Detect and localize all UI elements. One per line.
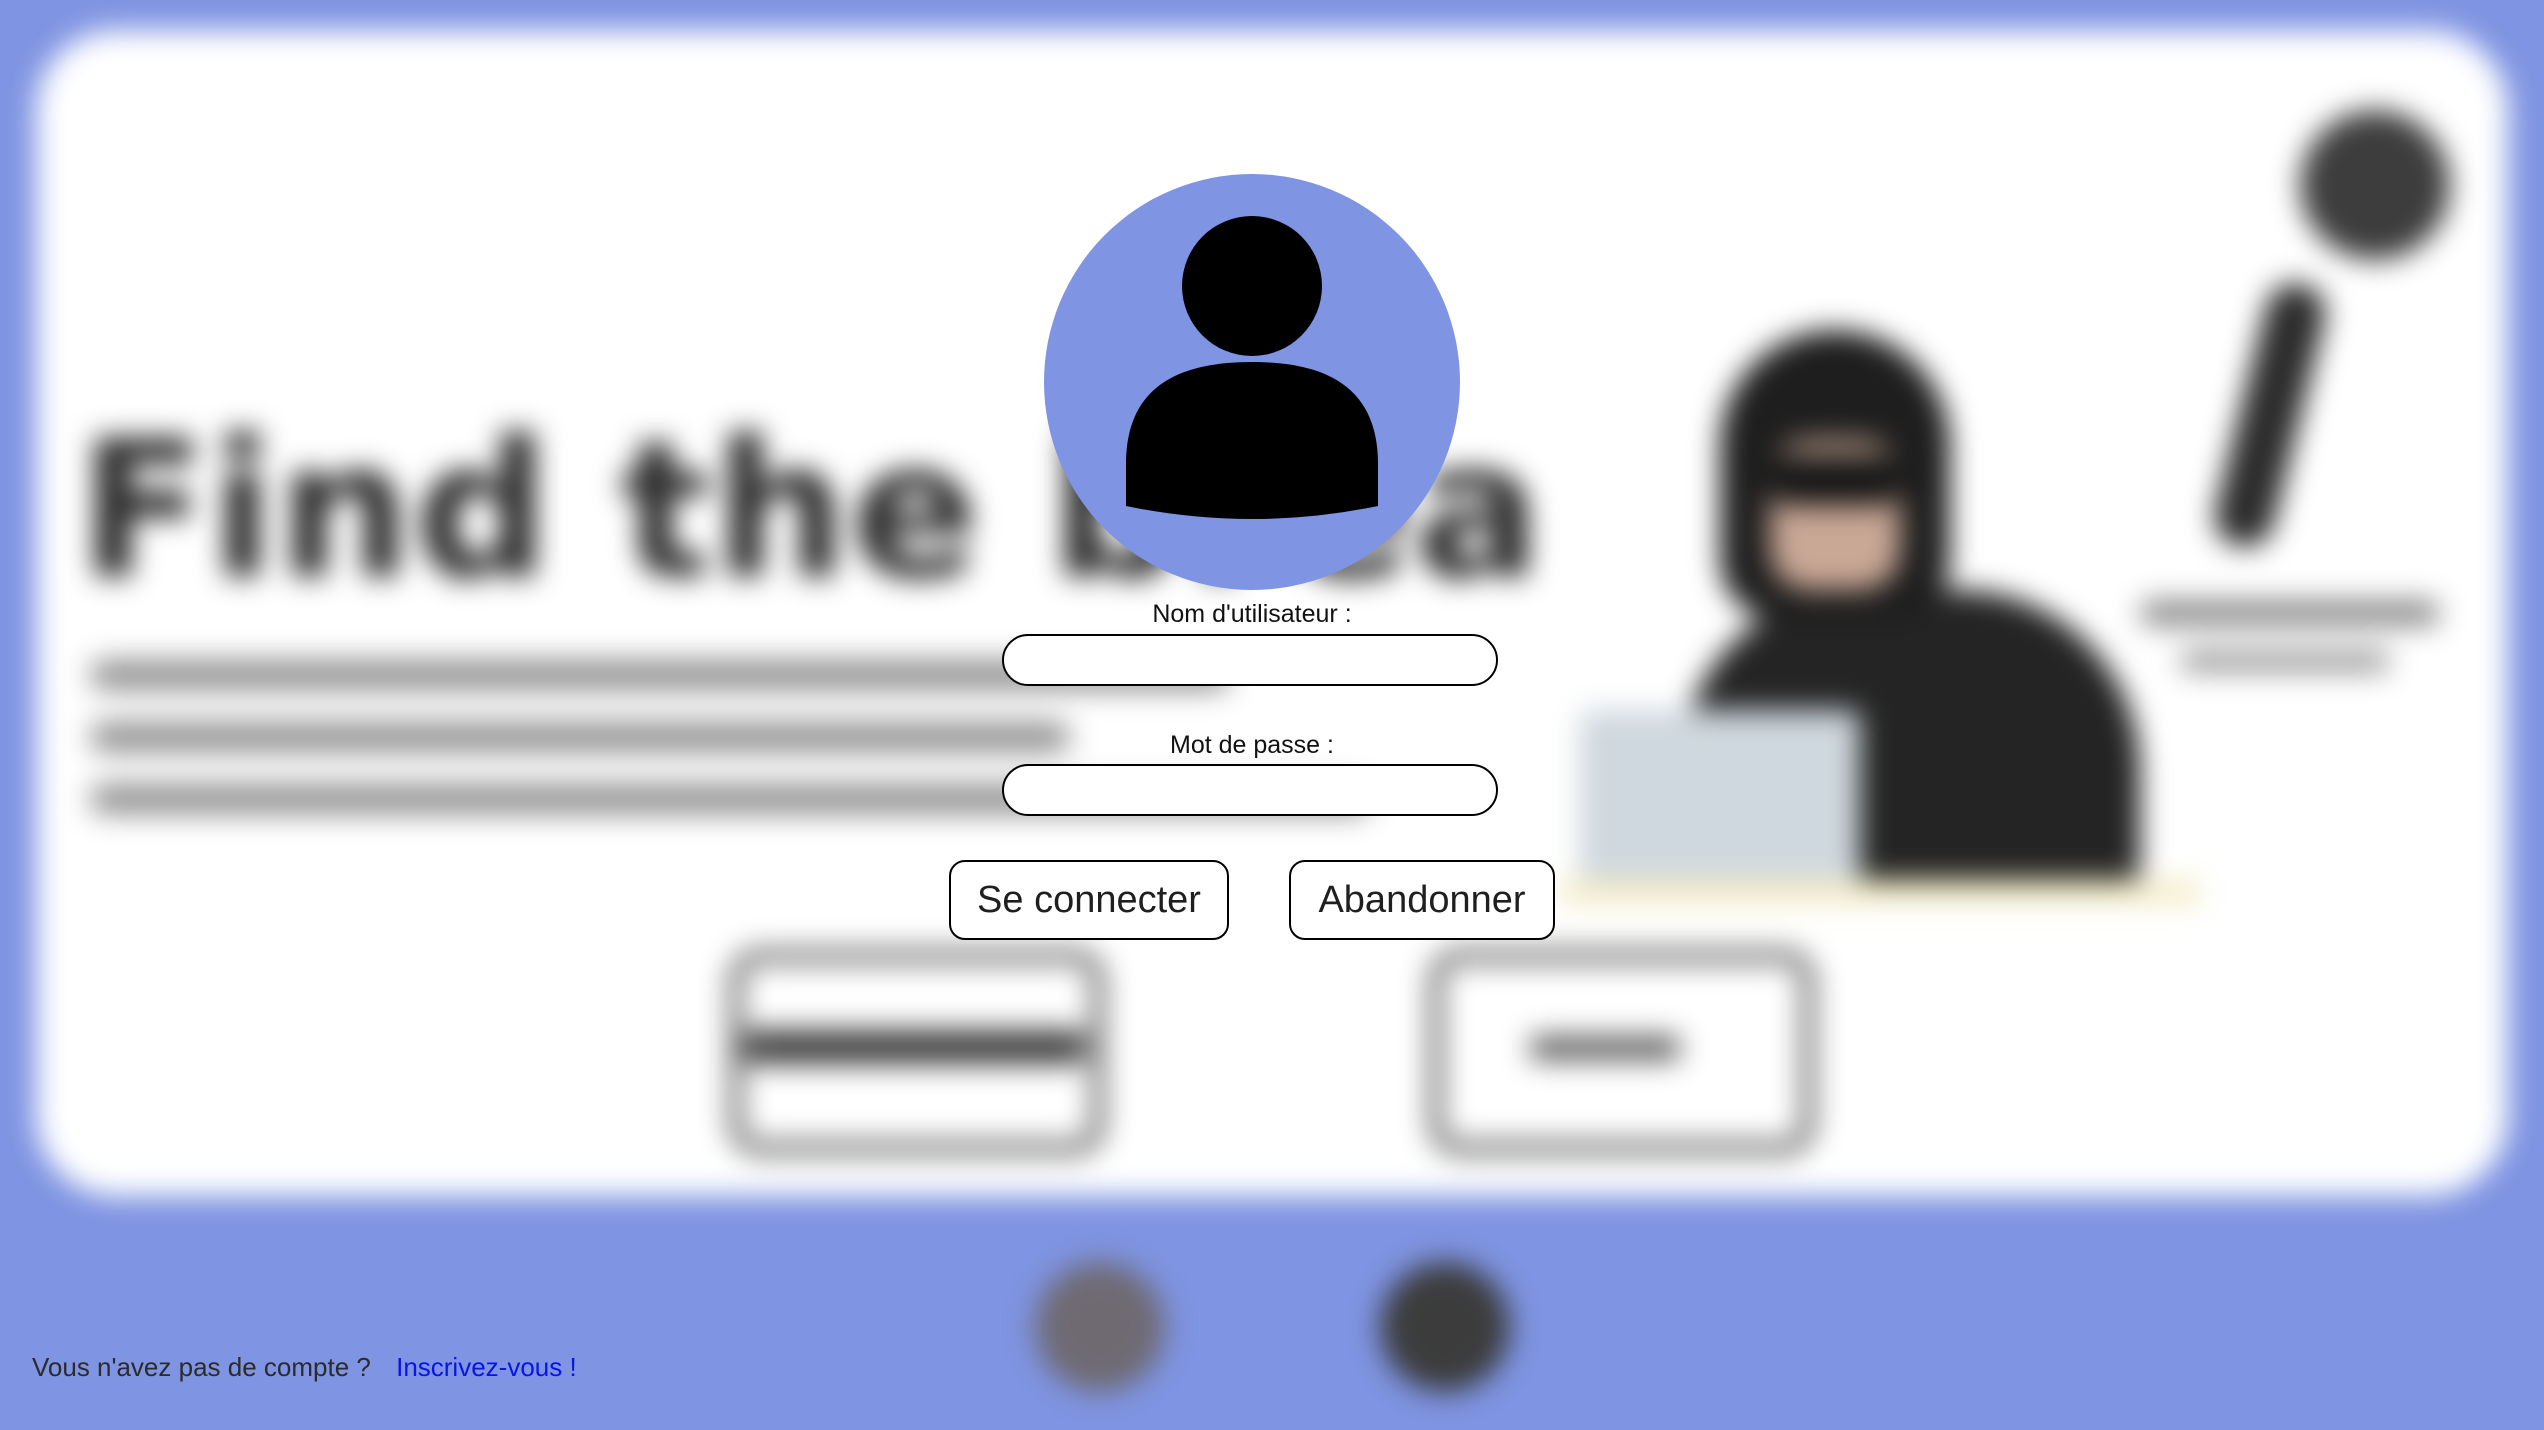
person-icon — [1126, 216, 1378, 519]
hacker-illustration-mask — [1770, 455, 1900, 505]
background-avatar-dot — [1035, 1262, 1165, 1392]
password-label: Mot de passe : — [1170, 731, 1334, 759]
background-avatar-dot — [1380, 1262, 1510, 1392]
login-screen: Find the brea Nom d'utilisateur : Mot de… — [0, 0, 2544, 1430]
username-field[interactable] — [1002, 634, 1498, 686]
user-avatar-icon — [1044, 174, 1460, 590]
background-panel-left-bar — [745, 1030, 1085, 1064]
signup-row: Vous n'avez pas de compte ? Inscrivez-vo… — [32, 1352, 577, 1383]
laptop-illustration — [1580, 710, 1860, 890]
login-button[interactable]: Se connecter — [949, 860, 1229, 940]
password-field[interactable] — [1002, 764, 1498, 816]
username-label: Nom d'utilisateur : — [1152, 600, 1352, 628]
background-text-line — [90, 722, 1070, 752]
background-panel-right-bar — [1530, 1036, 1680, 1060]
background-caption-line — [2180, 650, 2390, 672]
desk-illustration — [1560, 880, 2200, 904]
pin-illustration-head — [2300, 110, 2450, 260]
signup-prompt: Vous n'avez pas de compte ? — [32, 1352, 371, 1382]
background-caption-line — [2140, 600, 2440, 626]
signup-link[interactable]: Inscrivez-vous ! — [396, 1352, 577, 1382]
cancel-button[interactable]: Abandonner — [1289, 860, 1555, 940]
